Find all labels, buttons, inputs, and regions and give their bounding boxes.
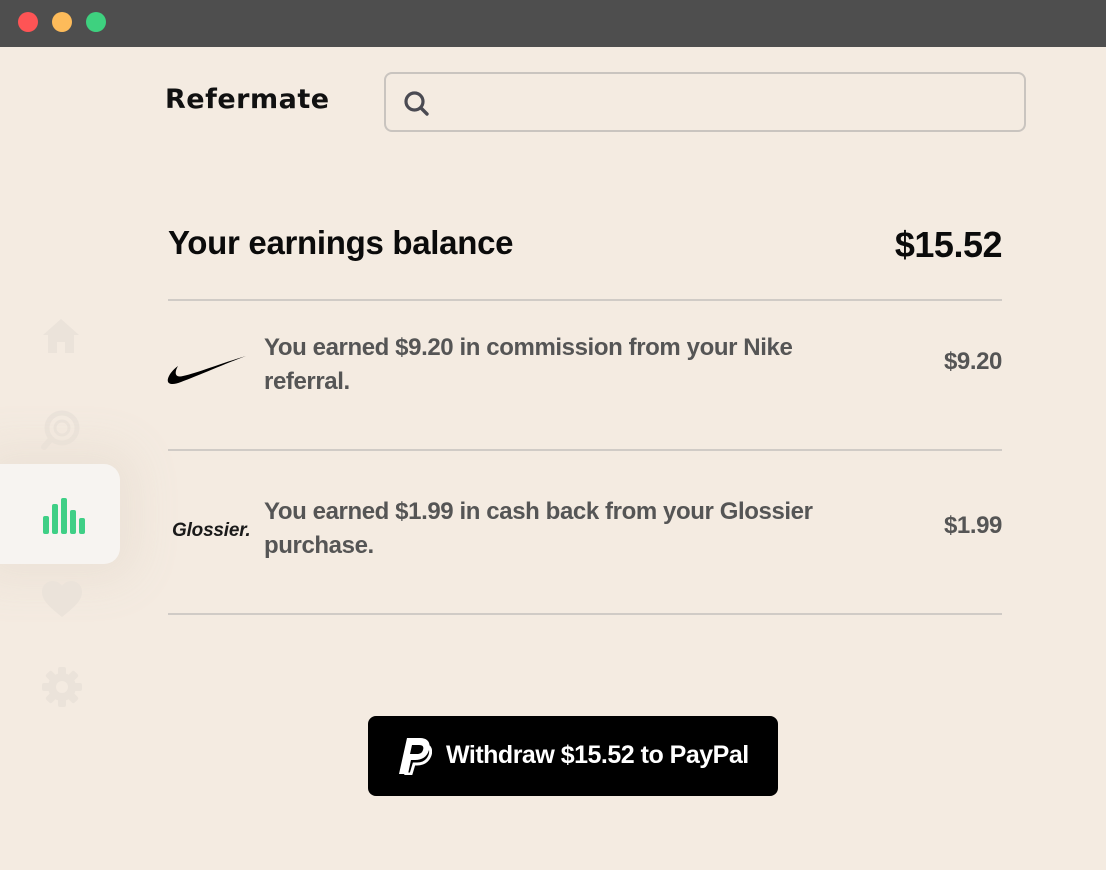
glossier-logo: Glossier. [172,520,251,541]
balance-amount: $15.52 [894,224,1003,265]
title-bar [0,0,1106,47]
divider [168,449,1002,451]
nike-swoosh-icon [167,356,246,384]
app-window: Refermate Your earnings balance $15.52 Y… [0,0,1106,870]
close-window-button[interactable] [18,12,38,32]
transaction-description: You earned $1.99 in cash back from your … [264,498,813,559]
coin-search-icon [41,410,80,450]
balance-label: Your earnings balance [168,224,514,261]
heart-icon [42,581,82,617]
transaction-amount: $9.20 [943,348,1002,375]
home-icon [43,319,79,353]
paypal-icon [399,738,432,775]
zoom-window-button[interactable] [86,12,106,32]
minimize-window-button[interactable] [52,12,72,32]
sidebar-item-favorites[interactable] [0,560,120,660]
gear-icon [42,667,82,707]
sidebar-item-earnings[interactable] [0,464,120,564]
bar-chart-icon [43,498,85,534]
divider [168,299,1002,301]
brand-logo[interactable]: Refermate [165,84,330,115]
divider [168,613,1002,615]
search-icon [404,91,429,116]
transaction-description: You earned $9.20 in commission from your… [264,334,793,395]
withdraw-button-label: Withdraw $15.52 to PayPal [446,741,749,769]
search-bar[interactable] [384,72,1026,132]
transaction-amount: $1.99 [943,512,1002,539]
withdraw-button[interactable]: Withdraw $15.52 to PayPal [368,716,778,796]
sidebar-item-settings[interactable] [0,648,120,748]
sidebar [0,300,120,720]
search-input[interactable] [442,82,1012,122]
